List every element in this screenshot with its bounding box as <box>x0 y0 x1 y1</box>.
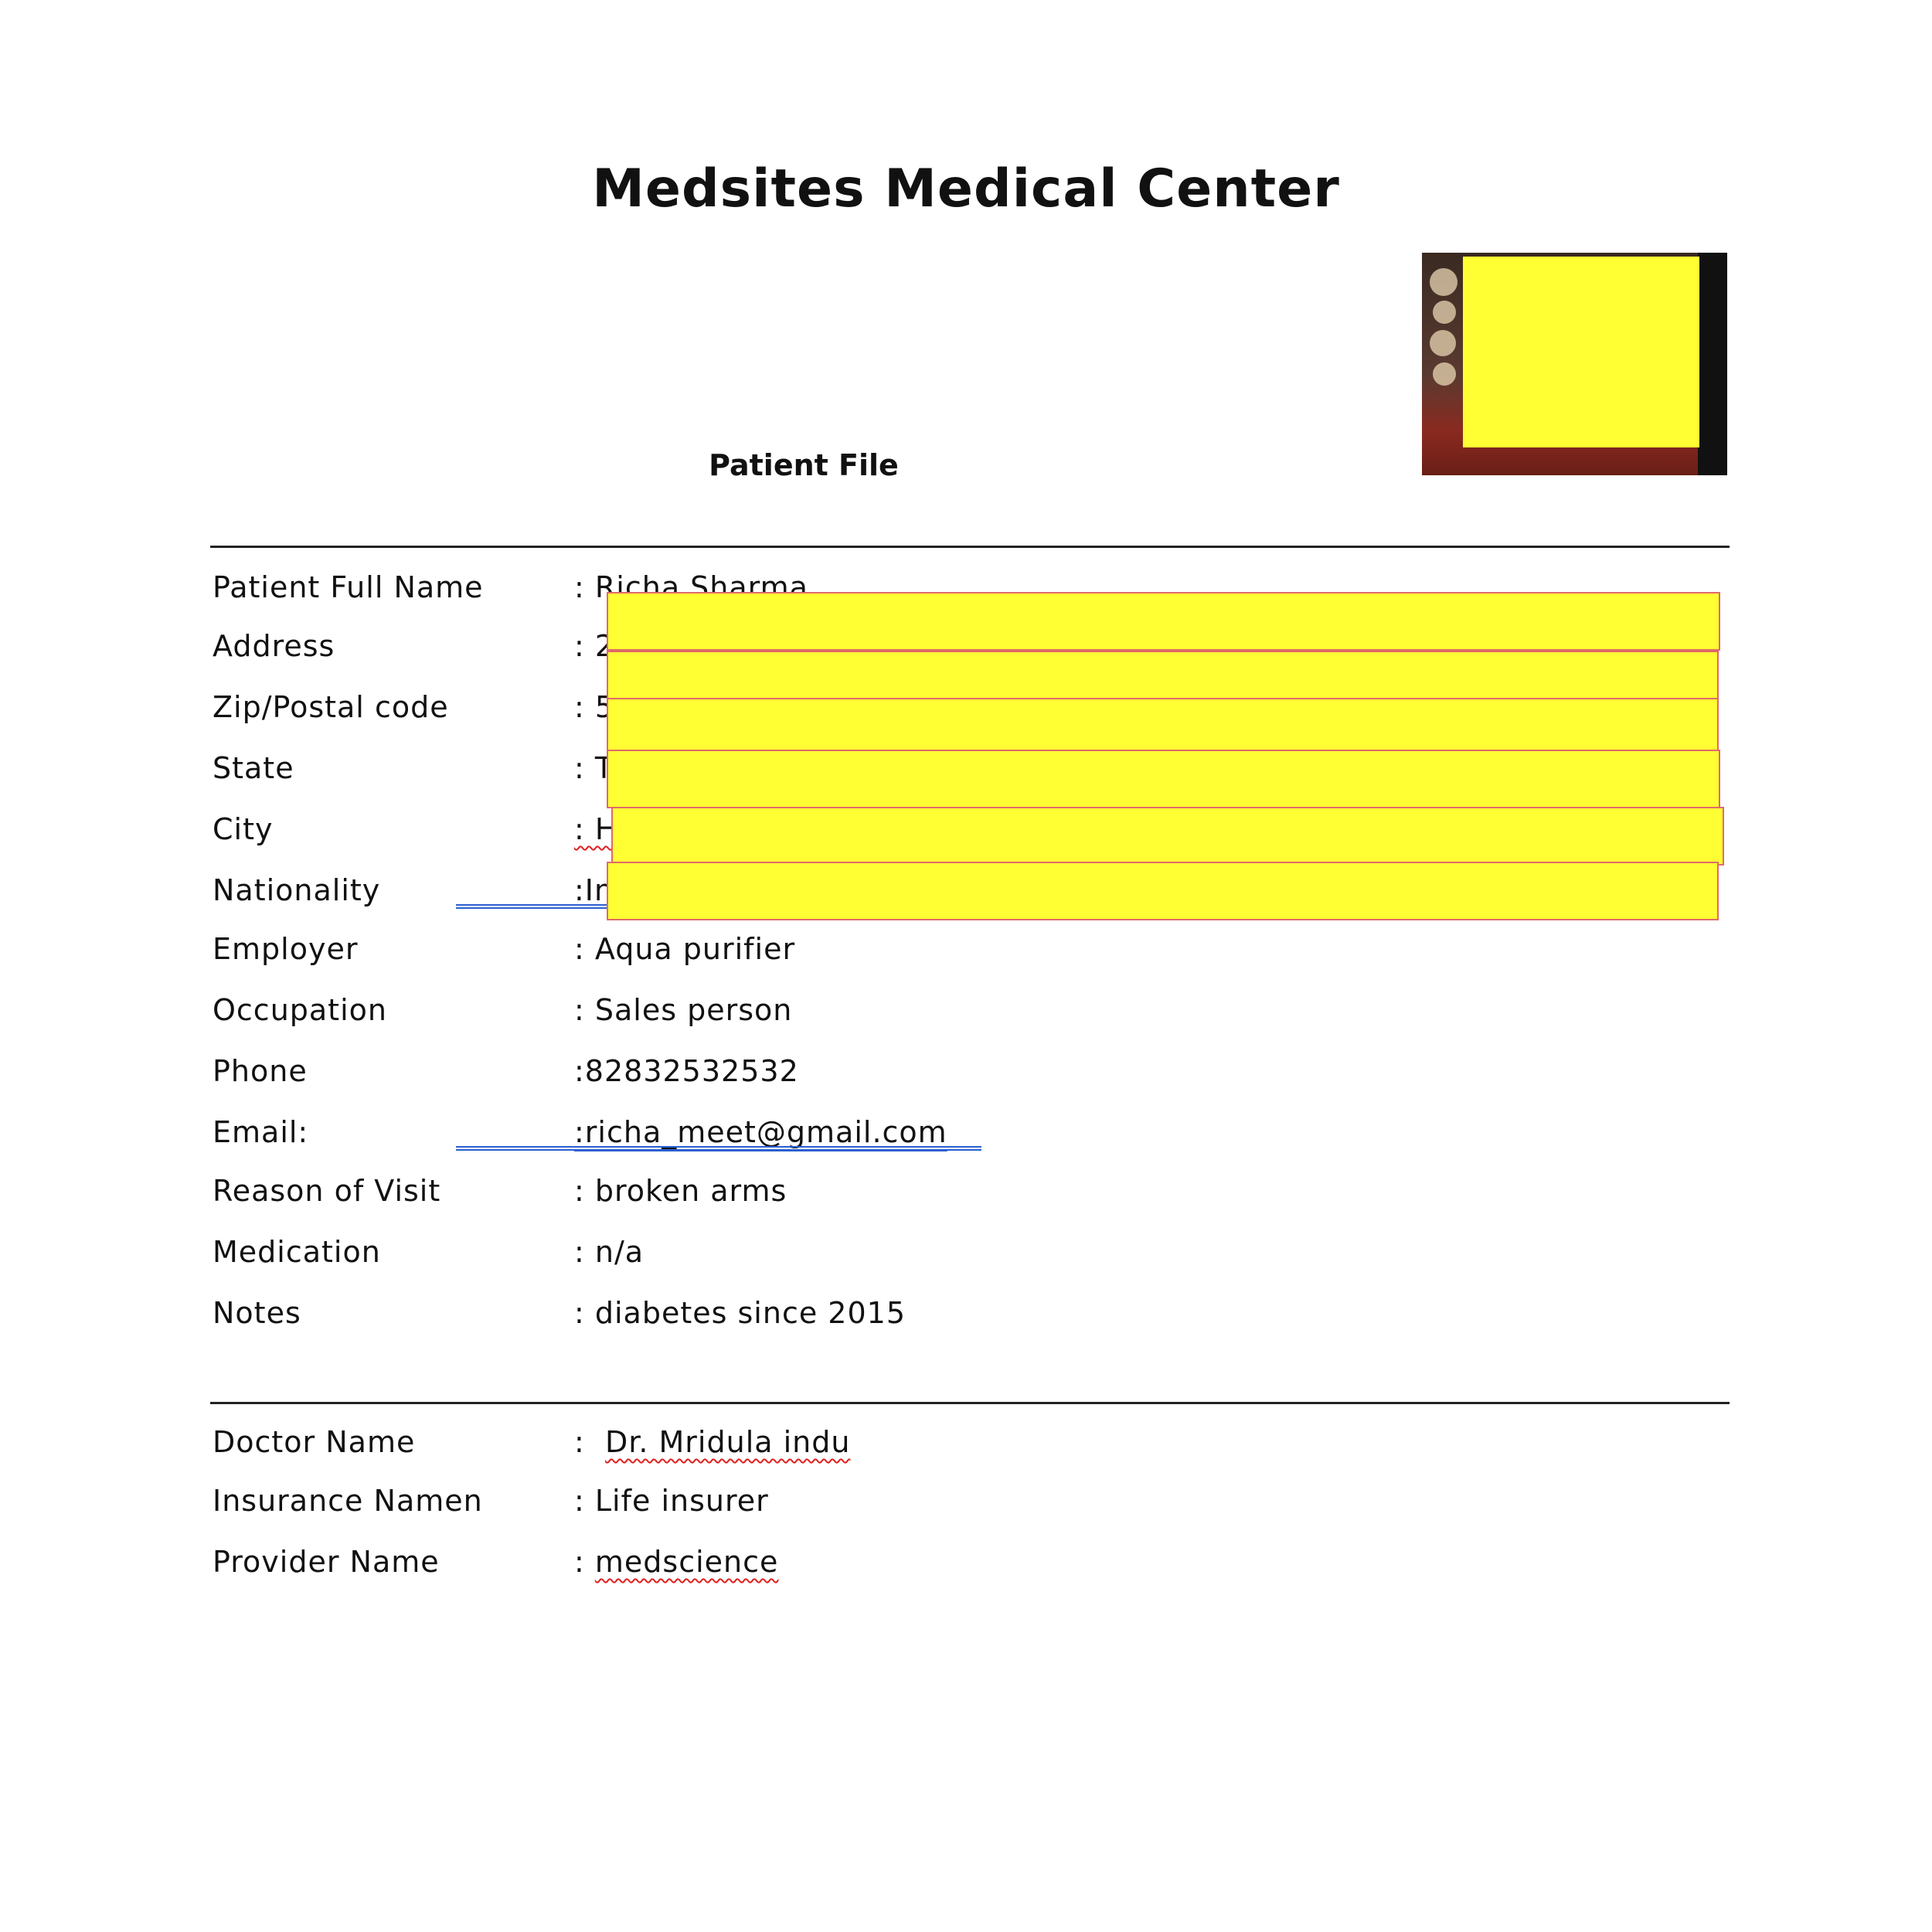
field-label: Doctor Name <box>213 1425 416 1459</box>
field-phone: Phone :82832532532 <box>213 1054 1727 1105</box>
field-medication: Medication : n/a <box>213 1235 1727 1286</box>
field-value: Dr. Mridula indu <box>604 1425 851 1459</box>
field-insurance-name: Insurance Namen : Life insurer <box>213 1484 1727 1535</box>
redaction-bar <box>607 651 1719 699</box>
field-label: Insurance Namen <box>213 1484 483 1518</box>
field-label: City <box>213 812 274 846</box>
field-provider-name: Provider Name : medscience <box>213 1545 1727 1596</box>
field-employer: Employer : Aqua purifier <box>213 932 1727 983</box>
field-reason-of-visit: Reason of Visit : broken arms <box>213 1174 1727 1225</box>
redaction-bar <box>611 807 1724 866</box>
field-value: : n/a <box>574 1235 645 1269</box>
field-label: Reason of Visit <box>213 1174 441 1208</box>
patient-photo <box>1422 253 1727 475</box>
field-value: : Sales person <box>574 993 793 1027</box>
email-link[interactable]: :richa_meet@gmail.com <box>574 1115 947 1149</box>
field-label: Phone <box>213 1054 308 1088</box>
field-label: Employer <box>213 932 359 966</box>
field-value: medscience <box>594 1545 779 1579</box>
field-value: Life insurer <box>594 1484 769 1518</box>
field-doctor-name: Doctor Name : Dr. Mridula indu <box>213 1425 1727 1476</box>
field-value: :82832532532 <box>574 1054 799 1088</box>
redaction-bar <box>607 698 1719 752</box>
field-label: Address <box>213 629 335 663</box>
section-divider-top <box>210 546 1730 548</box>
redaction-bar <box>607 592 1720 651</box>
field-label: Zip/Postal code <box>213 690 449 724</box>
field-occupation: Occupation : Sales person <box>213 993 1727 1044</box>
document-title: Medsites Medical Center <box>592 158 1340 219</box>
redaction-bar <box>607 862 1719 920</box>
nationality-link-underline <box>456 904 607 909</box>
field-prefix: : <box>574 1425 605 1459</box>
field-label: Provider Name <box>213 1545 440 1579</box>
field-notes: Notes : diabetes since 2015 <box>213 1296 1727 1347</box>
field-label: State <box>213 751 294 785</box>
field-value: : diabetes since 2015 <box>574 1296 906 1330</box>
field-value: : Aqua purifier <box>574 932 796 966</box>
field-label: Email: <box>213 1115 309 1149</box>
redaction-bar <box>607 750 1720 808</box>
field-email: Email: :richa_meet@gmail.com <box>213 1115 1727 1166</box>
field-prefix: : <box>574 1484 595 1518</box>
field-prefix: : <box>574 1545 595 1579</box>
photo-redaction <box>1463 257 1699 447</box>
field-value: : broken arms <box>574 1174 787 1208</box>
field-label: Medication <box>213 1235 381 1269</box>
section-divider-bottom <box>210 1402 1730 1404</box>
field-label: Notes <box>213 1296 301 1330</box>
field-label: Patient Full Name <box>213 570 484 604</box>
email-link-underline <box>456 1146 981 1151</box>
field-label: Occupation <box>213 993 387 1027</box>
field-label: Nationality <box>213 873 381 907</box>
document-subtitle: Patient File <box>709 448 899 482</box>
